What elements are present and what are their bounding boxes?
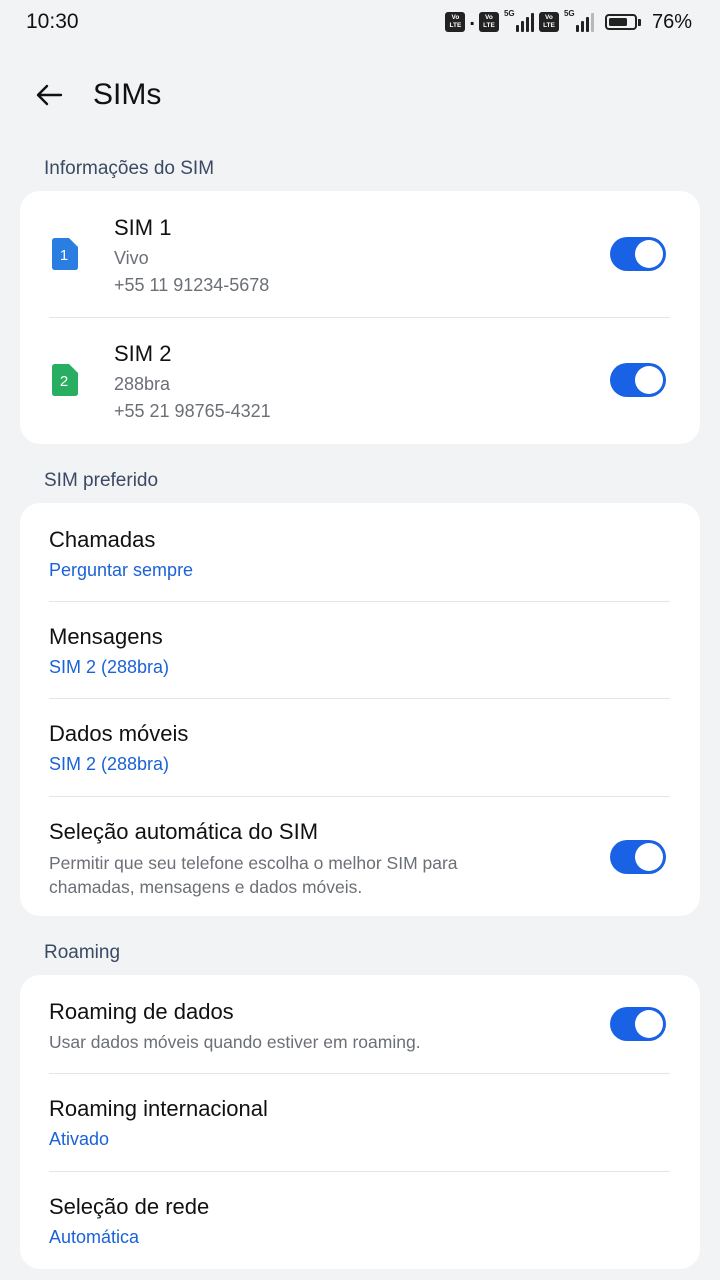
- sim-row-2[interactable]: 2 SIM 2 288bra +55 21 98765-4321: [20, 318, 700, 444]
- sim-row-1[interactable]: 1 SIM 1 Vivo +55 11 91234-5678: [20, 191, 700, 317]
- sim-card-icon: 1: [52, 238, 78, 270]
- data-roaming-toggle[interactable]: [610, 1007, 666, 1041]
- preferred-calls-item[interactable]: Chamadas Perguntar sempre: [20, 503, 700, 601]
- item-title: Roaming internacional: [49, 1096, 268, 1121]
- network-selection-item[interactable]: Seleção de rede Automática: [20, 1172, 700, 1269]
- item-title: Mensagens: [49, 624, 163, 649]
- status-time: 10:30: [26, 10, 79, 33]
- item-value: Automática: [49, 1227, 140, 1247]
- item-description: Permitir que seu telefone escolha o melh…: [49, 853, 458, 897]
- sim-number: +55 11 91234-5678: [114, 275, 270, 295]
- status-icons: Vo LTE . Vo LTE 5G Vo LTE 5G 76%: [445, 7, 692, 35]
- auto-sim-selection-item[interactable]: Seleção automática do SIM Permitir que s…: [20, 797, 700, 916]
- battery-percent: 76%: [651, 10, 692, 33]
- arrow-left-icon: [36, 84, 63, 106]
- separator-dot: .: [469, 7, 475, 30]
- item-value: Ativado: [49, 1129, 110, 1149]
- sim-1-toggle[interactable]: [610, 237, 666, 271]
- sim-carrier: Vivo: [114, 248, 149, 268]
- item-title: Dados móveis: [49, 721, 189, 746]
- roaming-card: Roaming de dados Usar dados móveis quand…: [20, 975, 700, 1269]
- item-description: Usar dados móveis quando estiver em roam…: [49, 1032, 421, 1052]
- international-roaming-item[interactable]: Roaming internacional Ativado: [20, 1074, 700, 1171]
- item-title: Seleção de rede: [49, 1194, 210, 1219]
- signal-icon: 5G: [504, 9, 534, 33]
- signal-icon: 5G: [564, 9, 594, 33]
- sim-number: +55 21 98765-4321: [114, 401, 271, 421]
- volte-icon: Vo LTE: [478, 12, 499, 32]
- svg-text:1: 1: [60, 247, 68, 264]
- item-title: Chamadas: [49, 527, 156, 552]
- sim-title: SIM 2: [114, 341, 172, 366]
- data-roaming-item[interactable]: Roaming de dados Usar dados móveis quand…: [20, 975, 700, 1073]
- battery-icon: [604, 14, 641, 30]
- sim-2-toggle[interactable]: [610, 363, 666, 397]
- sim-card-icon: 2: [52, 364, 78, 396]
- sim-info-card: 1 SIM 1 Vivo +55 11 91234-5678 2 SIM 2 2…: [20, 191, 700, 444]
- volte-icon: Vo LTE: [538, 12, 559, 32]
- section-label-preferred-sim: SIM preferido: [44, 470, 159, 491]
- preferred-data-item[interactable]: Dados móveis SIM 2 (288bra): [20, 699, 700, 796]
- sim-title: SIM 1: [114, 215, 172, 240]
- page-title: SIMs: [93, 78, 162, 111]
- status-bar: 10:30 Vo LTE . Vo LTE 5G Vo LTE 5G 76%: [0, 0, 720, 44]
- item-title: Seleção automática do SIM: [49, 819, 319, 844]
- app-header: SIMs: [0, 68, 720, 122]
- volte-icon: Vo LTE: [445, 12, 466, 32]
- item-title: Roaming de dados: [49, 999, 234, 1024]
- item-value: SIM 2 (288bra): [49, 657, 170, 677]
- sim-carrier: 288bra: [114, 374, 171, 394]
- item-value: SIM 2 (288bra): [49, 754, 170, 774]
- section-label-sim-info: Informações do SIM: [44, 158, 215, 179]
- svg-text:2: 2: [60, 373, 68, 390]
- item-value: Perguntar sempre: [49, 560, 194, 580]
- back-button[interactable]: [30, 76, 68, 114]
- section-label-roaming: Roaming: [44, 942, 121, 963]
- preferred-sim-card: Chamadas Perguntar sempre Mensagens SIM …: [20, 503, 700, 916]
- auto-sim-toggle[interactable]: [610, 840, 666, 874]
- preferred-messages-item[interactable]: Mensagens SIM 2 (288bra): [20, 602, 700, 699]
